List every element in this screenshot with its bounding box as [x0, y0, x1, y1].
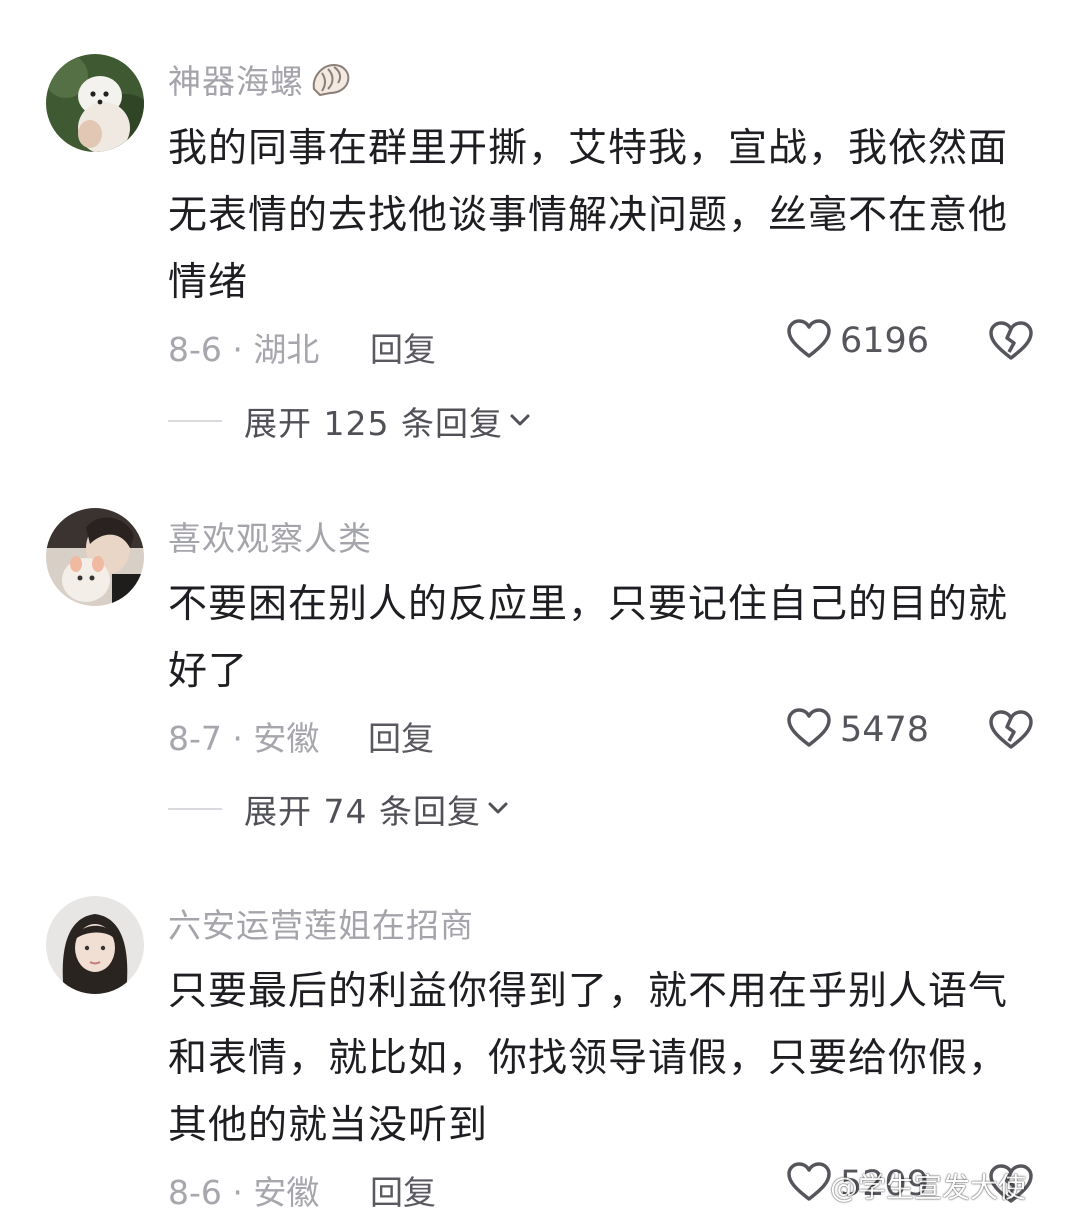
divider — [168, 420, 222, 422]
dislike-button[interactable] — [988, 320, 1034, 366]
date-location: 8-6 · 湖北 — [168, 330, 320, 369]
date-location: 8-6 · 安徽 — [168, 1173, 320, 1212]
comment-text-line: 只要最后的利益你得到了，就不用在乎别人语气 — [168, 969, 1009, 1014]
comment-text-line: 不要困在别人的反应里，只要记住自己的目的就 — [168, 582, 1009, 627]
dislike-button[interactable] — [988, 709, 1034, 755]
reply-button[interactable]: 回复 — [370, 323, 436, 371]
broken-heart-icon — [988, 321, 1034, 366]
expand-replies-button[interactable]: 展开 74 条回复 — [168, 785, 509, 833]
like-button[interactable]: 5478 — [786, 707, 929, 753]
broken-heart-icon — [988, 710, 1034, 755]
avatar-woman-image — [46, 896, 144, 994]
avatar[interactable] — [46, 54, 144, 152]
expand-replies-button[interactable]: 展开 125 条回复 — [168, 397, 531, 445]
heart-outline-icon — [786, 318, 832, 364]
avatar-person-cat-image — [46, 508, 144, 606]
username[interactable]: 六安运营莲姐在招商 — [168, 899, 474, 947]
like-count: 6196 — [840, 321, 930, 361]
username[interactable]: 神器海螺 — [168, 55, 352, 107]
date-location: 8-7 · 安徽 — [168, 719, 320, 758]
username-text: 神器海螺 — [168, 62, 304, 101]
reply-button[interactable]: 回复 — [368, 712, 434, 760]
comment-text-line: 其他的就当没听到 — [168, 1103, 489, 1148]
chevron-down-icon — [509, 412, 531, 431]
comment-text-line: 和表情，就比如，你找领导请假，只要给你假， — [168, 1036, 1009, 1081]
avatar-dog-image — [46, 54, 144, 152]
expand-replies-label: 展开 125 条回复 — [244, 404, 503, 443]
avatar[interactable] — [46, 508, 144, 606]
comment-text-line: 情绪 — [168, 260, 249, 305]
comment-text-line: 无表情的去找他谈事情解决问题，丝毫不在意他 — [168, 193, 1009, 238]
divider — [168, 808, 222, 810]
comment-text-line: 好了 — [168, 649, 249, 694]
heart-outline-icon — [786, 707, 832, 753]
reply-button[interactable]: 回复 — [370, 1166, 436, 1214]
watermark: @学生宣发大使 — [830, 1171, 1027, 1204]
chevron-down-icon — [487, 800, 509, 819]
avatar[interactable] — [46, 896, 144, 994]
heart-outline-icon — [786, 1161, 832, 1207]
comment-text-line: 我的同事在群里开撕，艾特我，宣战，我依然面 — [168, 126, 1009, 171]
conch-shell-icon — [308, 59, 352, 107]
username[interactable]: 喜欢观察人类 — [168, 512, 372, 560]
like-count: 5478 — [840, 710, 930, 750]
like-button[interactable]: 6196 — [786, 318, 929, 364]
expand-replies-label: 展开 74 条回复 — [244, 792, 481, 831]
